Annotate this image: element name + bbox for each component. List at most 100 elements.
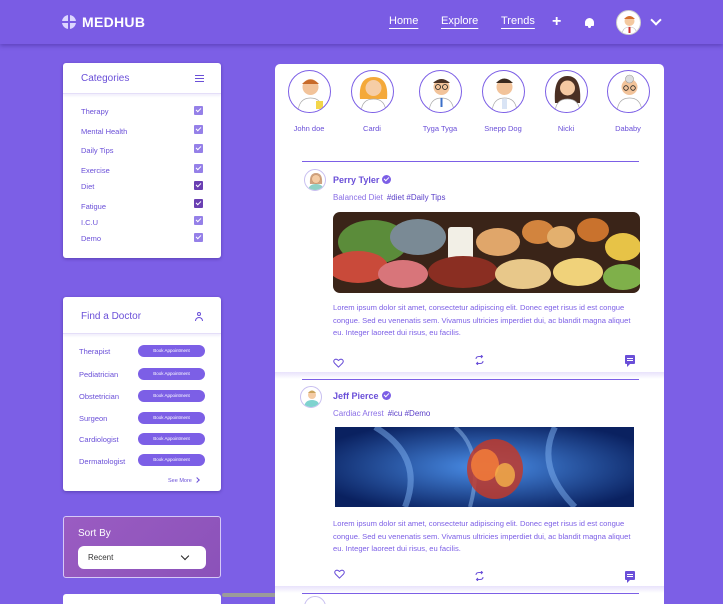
list-icon[interactable]	[195, 75, 204, 82]
sort-dropdown[interactable]: Recent	[78, 546, 206, 569]
story-avatar	[350, 70, 394, 113]
doctor-type-cardiologist: Cardiologist	[79, 435, 119, 444]
book-appointment-button[interactable]: Book Appointment	[138, 433, 205, 445]
nav-explore-link[interactable]: Explore	[441, 15, 478, 27]
verified-badge-icon	[381, 391, 391, 400]
categories-header: Categories	[63, 63, 221, 94]
post-category[interactable]: Cardiac Arrest	[333, 409, 384, 418]
next-panel-stub	[63, 594, 221, 604]
post-author-name[interactable]: Jeff Pierce	[333, 391, 391, 401]
post-hashtags[interactable]: #diet #Daily Tips	[387, 193, 446, 202]
doctor-type-pediatrician: Pediatrician	[79, 370, 119, 379]
logo-icon	[62, 15, 76, 29]
feed-panel: John doe Cardi Tyga Tyga Snepp Dog Nicki…	[275, 64, 664, 604]
comment-icon[interactable]	[625, 571, 635, 583]
story-name: John doe	[293, 124, 325, 133]
category-label-daily-tips: Daily Tips	[81, 146, 114, 155]
comment-icon[interactable]	[625, 355, 635, 367]
categories-panel: Categories Therapy Mental Health Daily T…	[63, 63, 221, 258]
story-avatar	[606, 70, 650, 113]
sort-panel: Sort By Recent	[63, 516, 221, 578]
post-author-avatar[interactable]	[300, 386, 322, 408]
like-heart-icon[interactable]	[334, 569, 345, 579]
story-cardi[interactable]: Cardi	[347, 70, 397, 133]
logo[interactable]: MEDHUB	[62, 14, 145, 30]
category-label-mental-health: Mental Health	[81, 127, 128, 136]
story-avatar	[544, 70, 588, 113]
story-avatar	[418, 70, 462, 113]
book-appointment-button[interactable]: Book Appointment	[138, 368, 205, 380]
story-john-doe[interactable]: John doe	[284, 70, 334, 133]
post-author-avatar[interactable]	[304, 596, 326, 604]
story-name: Snepp Dog	[484, 124, 522, 133]
like-heart-icon[interactable]	[333, 358, 344, 368]
book-appointment-button[interactable]: Book Appointment	[138, 454, 205, 466]
share-repost-icon[interactable]	[474, 355, 485, 365]
user-check-icon	[195, 312, 205, 322]
post-author-avatar[interactable]	[304, 169, 326, 191]
notification-bell-icon[interactable]	[585, 18, 594, 28]
doctor-type-surgeon: Surgeon	[79, 414, 108, 423]
add-post-icon[interactable]: +	[552, 13, 561, 31]
story-avatar	[287, 70, 331, 113]
post-author-label: Jeff Pierce	[333, 391, 379, 401]
category-checkbox-daily-tips[interactable]	[194, 144, 203, 153]
nav-trends-link[interactable]: Trends	[501, 15, 535, 27]
story-name: Cardi	[363, 124, 381, 133]
top-navbar: MEDHUB Home Explore Trends +	[0, 0, 723, 44]
find-doctor-panel: Find a Doctor Therapist Book Appointment…	[63, 297, 221, 491]
sort-title: Sort By	[78, 528, 111, 539]
category-checkbox-exercise[interactable]	[194, 164, 203, 173]
post-author-name[interactable]: Perry Tyler	[333, 175, 392, 185]
chevron-down-icon	[180, 551, 190, 561]
category-label-diet: Diet	[81, 182, 95, 191]
post-image-food[interactable]	[333, 212, 640, 293]
category-checkbox-therapy[interactable]	[194, 106, 203, 115]
book-appointment-button[interactable]: Book Appointment	[138, 412, 205, 424]
sort-selected-value: Recent	[88, 553, 114, 562]
post-body-text: Lorem ipsum dolor sit amet, consectetur …	[333, 519, 631, 553]
category-checkbox-demo[interactable]	[194, 233, 203, 242]
post-category[interactable]: Balanced Diet	[333, 193, 383, 202]
post-separator	[275, 372, 664, 379]
logo-text: MEDHUB	[82, 14, 146, 30]
story-avatar	[481, 70, 525, 113]
category-checkbox-fatigue[interactable]	[194, 199, 203, 208]
post-author-label: Perry Tyler	[333, 175, 380, 185]
post-image-heart-xray[interactable]	[335, 427, 634, 507]
nav-home-link[interactable]: Home	[389, 15, 418, 27]
category-label-therapy: Therapy	[81, 107, 109, 116]
story-dababy[interactable]: Dababy	[603, 70, 653, 133]
chevron-right-icon	[194, 477, 200, 483]
post-divider	[302, 379, 639, 380]
category-checkbox-icu[interactable]	[194, 216, 203, 225]
post-hashtags[interactable]: #icu #Demo	[388, 409, 431, 418]
story-nicki[interactable]: Nicki	[541, 70, 591, 133]
story-snepp-dog[interactable]: Snepp Dog	[478, 70, 528, 133]
see-more-link[interactable]: See More	[168, 477, 200, 484]
post-tags: Balanced Diet #diet #Daily Tips	[333, 193, 446, 202]
stories-divider	[302, 161, 639, 162]
story-name: Dababy	[615, 124, 641, 133]
category-label-exercise: Exercise	[81, 166, 110, 175]
find-doctor-title: Find a Doctor	[81, 311, 142, 322]
post-separator	[275, 586, 664, 593]
see-more-label: See More	[168, 478, 192, 484]
story-name: Tyga Tyga	[422, 124, 458, 133]
story-tyga-tyga[interactable]: Tyga Tyga	[415, 70, 465, 133]
category-label-demo: Demo	[81, 234, 102, 243]
find-doctor-header: Find a Doctor	[63, 297, 221, 334]
horizontal-scrollbar[interactable]	[222, 593, 282, 597]
user-avatar[interactable]	[616, 10, 641, 35]
book-appointment-button[interactable]: Book Appointment	[138, 345, 205, 357]
category-checkbox-diet[interactable]	[194, 181, 203, 190]
category-label-icu: I.C.U	[81, 218, 99, 227]
doctor-type-obstetrician: Obstetrician	[79, 392, 120, 401]
doctor-type-dermatologist: Dermatologist	[79, 457, 126, 466]
account-menu-chevron-icon[interactable]	[650, 14, 662, 26]
share-repost-icon[interactable]	[474, 571, 485, 581]
book-appointment-button[interactable]: Book Appointment	[138, 390, 205, 402]
category-checkbox-mental-health[interactable]	[194, 125, 203, 134]
doctor-type-therapist: Therapist	[79, 347, 111, 356]
post-divider	[302, 593, 639, 594]
